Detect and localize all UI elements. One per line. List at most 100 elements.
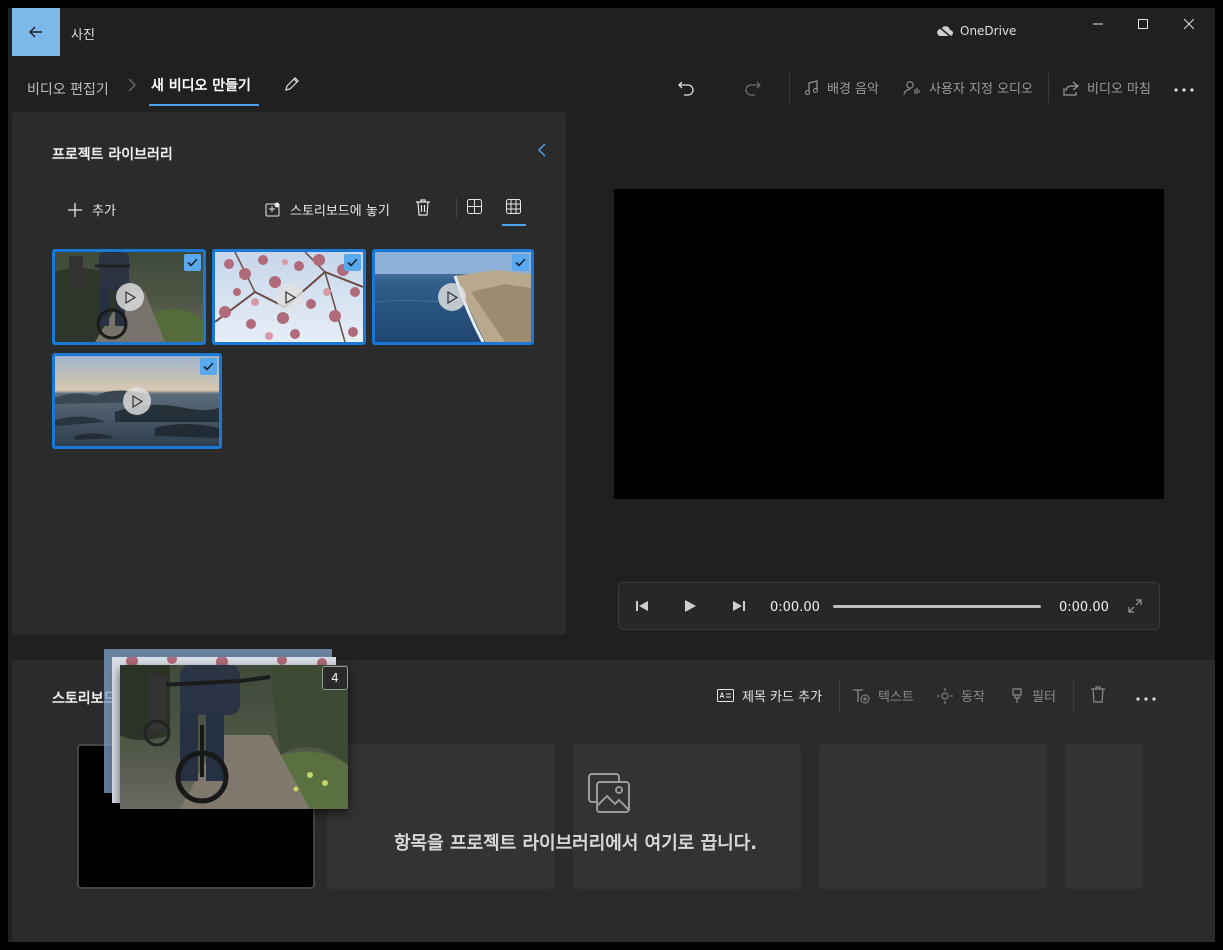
total-time: 0:00.00	[1059, 600, 1109, 615]
trash-icon	[1091, 686, 1105, 703]
library-item[interactable]	[212, 249, 366, 345]
brush-icon	[1012, 687, 1022, 703]
library-item[interactable]	[52, 353, 222, 449]
motion-icon	[937, 687, 953, 704]
playback-controls: 0:00.00 0:00.00	[618, 582, 1160, 630]
storyboard-slot[interactable]	[1065, 744, 1143, 889]
expand-icon	[1128, 599, 1142, 613]
finish-video-button[interactable]: 비디오 마침	[1063, 78, 1151, 97]
onedrive-label: OneDrive	[960, 24, 1017, 38]
music-note-icon	[805, 79, 818, 95]
storyboard-slot[interactable]	[819, 744, 1047, 889]
redo-button[interactable]	[739, 74, 767, 102]
project-library-panel: 프로젝트 라이브러리 추가 스토리보드에 놓기	[12, 112, 566, 635]
add-media-label: 추가	[92, 204, 116, 219]
delete-clip-button[interactable]	[1090, 686, 1106, 703]
place-in-storyboard-label: 스토리보드에 놓기	[290, 204, 390, 219]
more-horizontal-icon	[1174, 88, 1194, 92]
library-toolbar-divider	[456, 198, 457, 218]
drop-hint-text: 항목을 프로젝트 라이브러리에서 여기로 끕니다.	[394, 833, 758, 854]
title-bar: 사진 OneDrive	[8, 8, 1215, 56]
filter-button[interactable]: 필터	[1010, 686, 1056, 705]
play-icon	[685, 600, 696, 612]
custom-audio-label: 사용자 지정 오디오	[929, 82, 1033, 97]
audio-person-icon	[903, 80, 920, 95]
background-music-label: 배경 음악	[827, 82, 879, 97]
fullscreen-button[interactable]	[1128, 598, 1142, 617]
close-icon	[1184, 19, 1194, 29]
play-icon	[276, 283, 304, 311]
undo-button[interactable]	[672, 74, 700, 102]
drag-ghost-front	[120, 665, 348, 809]
minimize-icon	[1093, 23, 1103, 25]
current-time: 0:00.00	[770, 600, 820, 615]
plus-icon	[68, 202, 82, 217]
share-icon	[1063, 81, 1079, 96]
storyboard-slot[interactable]	[327, 744, 555, 889]
more-options-button[interactable]	[1174, 78, 1194, 97]
place-in-storyboard-button[interactable]: 스토리보드에 놓기	[265, 200, 390, 219]
breadcrumb-root[interactable]: 비디오 편집기	[27, 79, 109, 99]
text-button[interactable]: 텍스트	[852, 686, 914, 705]
previous-frame-button[interactable]	[635, 598, 649, 617]
close-button[interactable]	[1166, 8, 1212, 40]
add-title-card-button[interactable]: 제목 카드 추가	[717, 686, 822, 705]
add-media-button[interactable]: 추가	[68, 200, 116, 219]
pencil-icon	[285, 77, 299, 91]
media-gallery-icon	[587, 772, 631, 818]
text-label: 텍스트	[878, 690, 914, 705]
cyclist-drag-thumbnail	[120, 665, 348, 809]
motion-label: 동작	[961, 690, 985, 705]
collapse-library-button[interactable]	[538, 142, 546, 161]
maximize-button[interactable]	[1120, 8, 1166, 40]
back-button[interactable]	[12, 8, 60, 56]
play-icon	[438, 283, 466, 311]
large-tiles-view-button[interactable]	[467, 199, 482, 218]
selected-check-icon[interactable]	[512, 254, 529, 271]
redo-icon	[745, 81, 761, 96]
selected-check-icon[interactable]	[200, 358, 217, 375]
video-preview[interactable]	[614, 189, 1164, 499]
delete-media-button[interactable]	[415, 199, 431, 220]
more-horizontal-icon	[1136, 697, 1156, 701]
custom-audio-button[interactable]: 사용자 지정 오디오	[903, 78, 1033, 97]
undo-icon	[678, 81, 694, 96]
play-button[interactable]	[683, 598, 697, 617]
play-icon	[123, 387, 151, 415]
cloud-off-icon	[937, 25, 953, 37]
motion-button[interactable]: 동작	[937, 686, 985, 705]
minimize-button[interactable]	[1075, 8, 1121, 40]
selected-check-icon[interactable]	[344, 254, 361, 271]
skip-back-icon	[636, 601, 648, 611]
background-music-button[interactable]: 배경 음악	[803, 78, 879, 97]
project-library-title: 프로젝트 라이브러리	[52, 147, 173, 163]
breadcrumb-current: 새 비디오 만들기	[151, 78, 251, 94]
active-view-indicator	[502, 224, 526, 226]
onedrive-status[interactable]: OneDrive	[936, 24, 1016, 38]
library-item[interactable]	[372, 249, 534, 345]
finish-video-label: 비디오 마침	[1087, 82, 1151, 97]
library-item[interactable]	[52, 249, 206, 345]
skip-forward-icon	[733, 601, 745, 611]
drag-count-badge: 4	[322, 666, 348, 690]
grid-large-icon	[467, 199, 482, 214]
storyboard-more-button[interactable]	[1136, 696, 1156, 702]
maximize-icon	[1138, 19, 1148, 29]
grid-small-icon	[506, 199, 521, 214]
next-frame-button[interactable]	[732, 598, 746, 617]
play-icon	[116, 283, 144, 311]
filter-label: 필터	[1032, 690, 1056, 705]
text-add-icon	[853, 688, 870, 703]
toolbar-divider	[789, 73, 790, 103]
seek-bar[interactable]	[833, 605, 1041, 608]
add-title-card-label: 제목 카드 추가	[742, 690, 823, 705]
chevron-left-icon	[538, 143, 546, 157]
selected-check-icon[interactable]	[184, 254, 201, 271]
app-title: 사진	[71, 28, 95, 43]
rename-button[interactable]	[284, 76, 300, 96]
small-tiles-view-button[interactable]	[506, 199, 521, 218]
storyboard-place-icon	[265, 202, 280, 216]
storyboard-toolbar-divider	[1073, 680, 1074, 712]
chevron-right-icon	[128, 78, 136, 92]
arrow-left-icon	[29, 26, 42, 38]
